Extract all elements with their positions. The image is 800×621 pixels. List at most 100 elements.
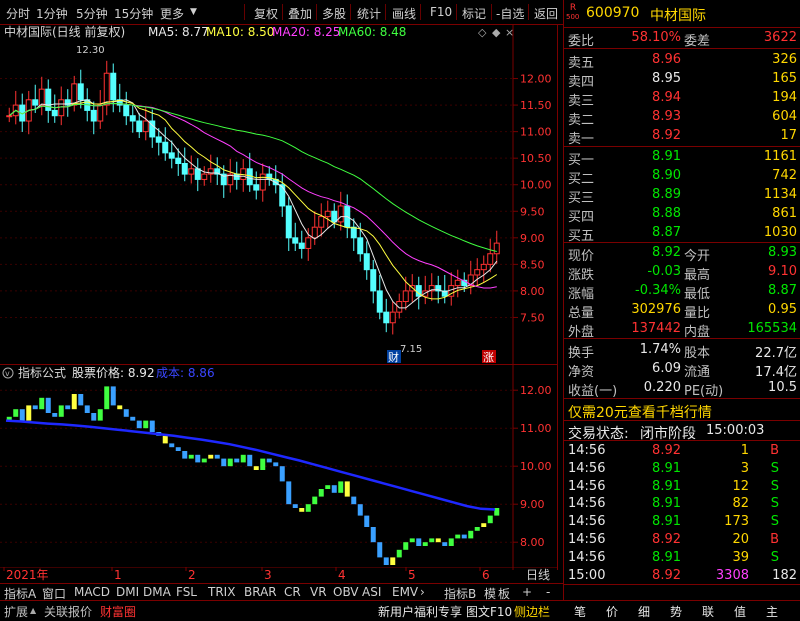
candle-body — [181, 162, 188, 175]
overlay-button[interactable]: 叠加 — [288, 5, 312, 22]
tab-5min[interactable]: 5分钟 — [76, 5, 108, 22]
candle-body — [253, 184, 260, 191]
indicator-tab-3[interactable]: DMI — [116, 585, 139, 599]
draw-line-button[interactable]: 画线 — [392, 5, 416, 22]
indicator-tab-2[interactable]: MACD — [74, 585, 110, 599]
candle-body — [77, 83, 84, 101]
candle-body — [318, 216, 325, 228]
indicator-tab-17[interactable]: + — [522, 585, 532, 599]
ask-row: 卖五 8.96 326 — [568, 52, 797, 71]
indicator-bar — [260, 458, 266, 470]
indicator-bar — [292, 504, 298, 508]
f10-button[interactable]: F10 — [430, 5, 452, 19]
related-quote-button[interactable]: 关联报价 — [44, 603, 92, 620]
indicator-bar — [461, 534, 467, 539]
rise-marker[interactable]: 涨 — [483, 351, 494, 364]
mark-button[interactable]: 标记 — [462, 5, 486, 22]
indicator-bar — [130, 416, 136, 421]
indicator-tab-6[interactable]: TRIX — [208, 585, 235, 599]
wealth-circle-button[interactable]: 财富圈 — [100, 603, 136, 620]
indicator-bar — [6, 416, 12, 420]
financial-marker[interactable]: 财 — [388, 350, 399, 364]
candle-body — [38, 88, 45, 106]
indicator-tab-7[interactable]: BRAR — [244, 585, 277, 599]
f10-text-button[interactable]: 图文F10 — [466, 603, 512, 620]
tab-15min[interactable]: 15分钟 — [114, 5, 153, 22]
tick-row: 14:56 8.91 39 S — [568, 549, 779, 565]
low-price-label: 7.15 — [400, 344, 422, 355]
chevron-down-icon[interactable]: v — [5, 369, 10, 378]
y-tick-label: 8.50 — [520, 258, 545, 271]
candle-body — [487, 253, 494, 265]
back-button[interactable]: 返回 — [534, 5, 558, 22]
indicator-tab-10[interactable]: OBV — [333, 585, 359, 599]
indicator-tab-11[interactable]: ASI — [362, 585, 381, 599]
indicator-bar — [344, 481, 350, 497]
ask-row: 卖二 8.93 604 — [568, 109, 797, 128]
quote-tab-6[interactable]: 主 — [766, 603, 778, 620]
stock-name: 中材国际 — [650, 8, 706, 24]
chevron-down-icon[interactable]: ▼ — [190, 7, 197, 17]
promo-link[interactable]: 仅需20元查看千档行情 — [564, 401, 800, 421]
quote-tab-3[interactable]: 势 — [670, 603, 682, 620]
quote-tab-0[interactable]: 笔 — [574, 603, 586, 620]
candle-body — [474, 269, 481, 276]
indicator-bar — [78, 394, 84, 406]
diamond-icon-2[interactable]: ◆ — [492, 26, 501, 39]
indicator-bar — [117, 405, 123, 410]
tab-fenshi[interactable]: 分时 — [6, 5, 30, 22]
indicator-tab-9[interactable]: VR — [310, 585, 327, 599]
indicator-tab-5[interactable]: FSL — [176, 585, 197, 599]
indicator-bar — [253, 466, 259, 470]
candle-body — [259, 173, 266, 191]
indicator-tab-4[interactable]: DMA — [143, 585, 171, 599]
y-tick-label: 11.00 — [520, 422, 552, 435]
indicator-title[interactable]: 指标公式 — [18, 365, 66, 380]
indicator-bar — [364, 515, 370, 527]
bid-row: 买四 8.88 861 — [568, 206, 797, 225]
tab-1min[interactable]: 1分钟 — [36, 5, 68, 22]
stats-button[interactable]: 统计 — [357, 5, 381, 22]
stat-row: 外盘 137442 内盘 165534 — [568, 321, 797, 340]
new-user-benefit-link[interactable]: 新用户福利专享 — [378, 603, 462, 620]
order-ratio-row: 委比 58.10% 委差 3622 — [568, 30, 797, 49]
quote-tab-1[interactable]: 价 — [606, 603, 618, 620]
stat-row: 涨跌 -0.03 最高 9.10 — [568, 264, 797, 283]
candle-body — [6, 115, 13, 118]
high-price-label: 12.30 — [76, 45, 105, 56]
kline-chart[interactable]: 中材国际(日线 前复权) MA5: 8.77 MA10: 8.50 MA20: … — [0, 24, 558, 364]
fuquan-button[interactable]: 复权 — [254, 5, 278, 22]
period-label[interactable]: 日线 — [526, 568, 550, 582]
fundamental-row: 净资 6.09 流通 17.4亿 — [568, 361, 797, 380]
stat-row: 现价 8.92 今开 8.93 — [568, 245, 797, 264]
multi-stock-button[interactable]: 多股 — [322, 5, 346, 22]
candle-body — [51, 109, 58, 117]
indicator-bar — [312, 496, 318, 505]
x-tick-label: 3 — [264, 568, 272, 582]
indicator-bar — [32, 405, 38, 410]
tick-row: 14:56 8.91 82 S — [568, 496, 779, 512]
diamond-icon[interactable]: ◇ — [478, 26, 487, 39]
sidebar-button[interactable]: 侧边栏 — [514, 603, 550, 620]
add-watchlist-button[interactable]: -自选 — [496, 5, 524, 22]
indicator-tab-8[interactable]: CR — [284, 585, 301, 599]
stat-row: 涨幅 -0.34% 最低 8.87 — [568, 283, 797, 302]
indicator-bar — [351, 496, 357, 505]
indicator-tab-13[interactable]: › — [420, 585, 425, 599]
expand-button[interactable]: 扩展 — [4, 603, 28, 620]
ma5-line — [8, 99, 498, 309]
chart-title: 中材国际(日线 前复权) — [4, 24, 125, 39]
y-tick-label: 12.00 — [520, 384, 552, 397]
quote-tab-2[interactable]: 细 — [638, 603, 650, 620]
ma20-line — [8, 102, 497, 289]
indicator-panel[interactable]: v 指标公式 股票价格: 8.92 成本: 8.86 12.00 11.00 10.… — [0, 364, 558, 570]
indicator-tab-12[interactable]: EMV — [392, 585, 418, 599]
indicator-tab-18[interactable]: - — [546, 585, 550, 599]
indicator-bar — [331, 485, 337, 493]
quote-tab-4[interactable]: 联 — [702, 603, 714, 620]
quote-tab-5[interactable]: 值 — [734, 603, 746, 620]
x-tick-label: 4 — [338, 568, 346, 582]
candle-body — [155, 136, 162, 143]
candle-body — [103, 72, 110, 106]
more-dropdown[interactable]: 更多 — [160, 5, 184, 22]
